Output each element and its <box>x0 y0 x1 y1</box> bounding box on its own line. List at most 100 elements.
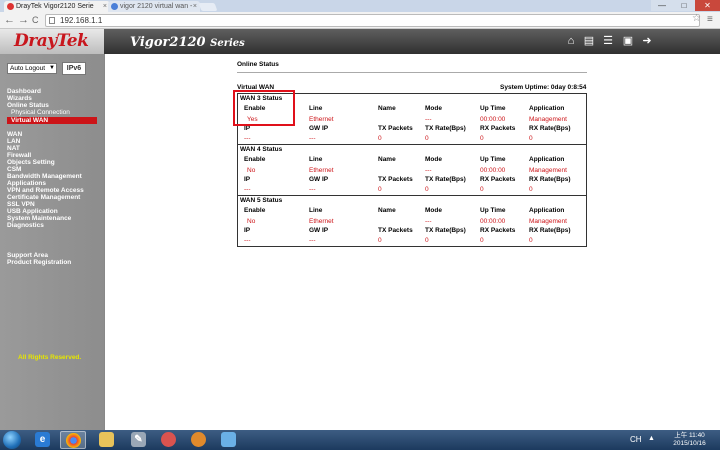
bookmark-star-icon[interactable]: ☆ <box>692 13 701 24</box>
sidebar-item-dashboard[interactable]: Dashboard <box>7 88 41 95</box>
tab-google-search[interactable]: vigor 2120 virtual wan - × <box>108 1 200 12</box>
language-indicator[interactable]: CH <box>630 435 642 444</box>
quick-start-icon[interactable]: ▤ <box>582 36 596 47</box>
rx-packets-value: 0 <box>480 135 484 142</box>
sidebar-item-online-status[interactable]: Online Status <box>7 102 49 109</box>
col-header: Up Time <box>480 105 506 112</box>
sidebar-item-vpn[interactable]: VPN and Remote Access <box>7 187 84 194</box>
clock-time: 上午 11:40 <box>674 432 705 439</box>
address-bar[interactable]: 192.168.1.1 <box>45 14 700 27</box>
explorer-icon <box>99 432 114 447</box>
uptime-value: 00:00:00 <box>480 218 506 225</box>
col-header: TX Packets <box>378 176 413 183</box>
google-favicon-icon <box>111 3 118 10</box>
back-button[interactable]: ← <box>4 14 15 27</box>
sidebar: Auto Logout ▼ IPv6 Dashboard Wizards Onl… <box>0 54 104 430</box>
app2-taskbar-button[interactable] <box>186 431 212 449</box>
col-header: TX Rate(Bps) <box>425 125 466 132</box>
logo-area: DrayTek <box>0 29 104 54</box>
sidebar-item-wan[interactable]: WAN <box>7 131 22 138</box>
mode-value: --- <box>425 116 432 123</box>
maximize-button[interactable]: □ <box>673 0 695 11</box>
mode-value: --- <box>425 167 432 174</box>
col-header: Up Time <box>480 156 506 163</box>
col-header: Application <box>529 207 565 214</box>
sidebar-item-nat[interactable]: NAT <box>7 145 20 152</box>
sidebar-item-firewall[interactable]: Firewall <box>7 152 31 159</box>
sidebar-item-diagnostics[interactable]: Diagnostics <box>7 222 44 229</box>
auto-logout-select[interactable]: Auto Logout ▼ <box>7 63 57 74</box>
explorer-taskbar-button[interactable] <box>94 431 120 449</box>
close-tab-icon[interactable]: × <box>193 1 197 12</box>
ie-icon: e <box>35 432 50 447</box>
ie-taskbar-button[interactable]: e <box>30 431 56 449</box>
model-name: Vigor2120 <box>130 35 206 50</box>
chrome-menu-icon[interactable]: ≡ <box>707 14 713 25</box>
draytek-logo: DrayTek <box>14 31 89 51</box>
clock-date: 2015/10/16 <box>673 440 706 447</box>
page-icon <box>49 17 55 24</box>
sidebar-item-support-area[interactable]: Support Area <box>7 252 48 259</box>
sidebar-item-objects-setting[interactable]: Objects Setting <box>7 159 55 166</box>
chrome-taskbar-button[interactable] <box>60 431 86 449</box>
application-value: Management <box>529 218 567 225</box>
tab-draytek[interactable]: DrayTek Vigor2120 Serie × <box>4 1 110 12</box>
sidebar-item-product-registration[interactable]: Product Registration <box>7 259 71 266</box>
application-value: Management <box>529 116 567 123</box>
home-icon[interactable]: ⌂ <box>564 36 578 47</box>
app3-icon <box>221 432 236 447</box>
draytek-favicon-icon <box>7 3 14 10</box>
start-button[interactable] <box>3 431 21 449</box>
sidebar-item-ssl-vpn[interactable]: SSL VPN <box>7 201 35 208</box>
col-header: RX Rate(Bps) <box>529 227 571 234</box>
sidebar-item-bandwidth-management[interactable]: Bandwidth Management <box>7 173 82 180</box>
col-header: RX Rate(Bps) <box>529 125 571 132</box>
title-divider <box>237 72 587 73</box>
sidebar-item-csm[interactable]: CSM <box>7 166 21 173</box>
windows-taskbar: e ✎ CH ▲ 上午 11:40 2015/10/16 <box>0 430 720 450</box>
minimize-button[interactable]: — <box>651 0 673 11</box>
col-header: GW IP <box>309 176 329 183</box>
sidebar-item-physical-connection[interactable]: Physical Connection <box>11 109 70 116</box>
line-value: Ethernet <box>309 167 334 174</box>
app-taskbar-button[interactable] <box>156 431 182 449</box>
col-header: TX Packets <box>378 125 413 132</box>
new-tab-button[interactable] <box>198 3 218 11</box>
tray-expand-icon[interactable]: ▲ <box>648 435 655 442</box>
url-text: 192.168.1.1 <box>60 16 103 25</box>
ip-value: --- <box>244 237 251 244</box>
line-value: Ethernet <box>309 116 334 123</box>
annotation-highlight-box <box>233 90 295 126</box>
clock[interactable]: 上午 11:40 2015/10/16 <box>662 432 717 448</box>
col-header: Line <box>309 207 323 214</box>
app3-taskbar-button[interactable] <box>216 431 242 449</box>
col-header: RX Rate(Bps) <box>529 176 571 183</box>
logout-icon[interactable]: ➜ <box>640 36 654 47</box>
sidebar-item-certificate-management[interactable]: Certificate Management <box>7 194 80 201</box>
sidebar-item-lan[interactable]: LAN <box>7 138 20 145</box>
sidebar-item-usb-application[interactable]: USB Application <box>7 208 58 215</box>
list-icon[interactable]: ☰ <box>601 36 615 47</box>
sidebar-item-wizards[interactable]: Wizards <box>7 95 32 102</box>
col-header: RX Packets <box>480 125 516 132</box>
wan-title: WAN 5 Status <box>240 197 283 204</box>
rx-rate-value: 0 <box>529 186 533 193</box>
tx-rate-value: 0 <box>425 186 429 193</box>
save-icon[interactable]: ▣ <box>621 36 635 47</box>
col-header: Mode <box>425 207 442 214</box>
reload-button[interactable]: C <box>32 14 39 27</box>
col-header: Application <box>529 156 565 163</box>
rx-packets-value: 0 <box>480 186 484 193</box>
col-header: RX Packets <box>480 227 516 234</box>
sidebar-item-virtual-wan[interactable]: Virtual WAN <box>7 117 97 124</box>
close-window-button[interactable]: ✕ <box>695 0 720 11</box>
tool-taskbar-button[interactable]: ✎ <box>126 431 152 449</box>
gwip-value: --- <box>309 135 316 142</box>
close-tab-icon[interactable]: × <box>103 1 107 12</box>
chevron-down-icon: ▼ <box>49 65 55 71</box>
forward-button[interactable]: → <box>18 14 29 27</box>
wan4-status-panel: WAN 4 Status Enable Line Name Mode Up Ti… <box>237 144 587 196</box>
sidebar-item-applications[interactable]: Applications <box>7 180 46 187</box>
ipv6-button[interactable]: IPv6 <box>62 62 86 75</box>
sidebar-item-system-maintenance[interactable]: System Maintenance <box>7 215 71 222</box>
